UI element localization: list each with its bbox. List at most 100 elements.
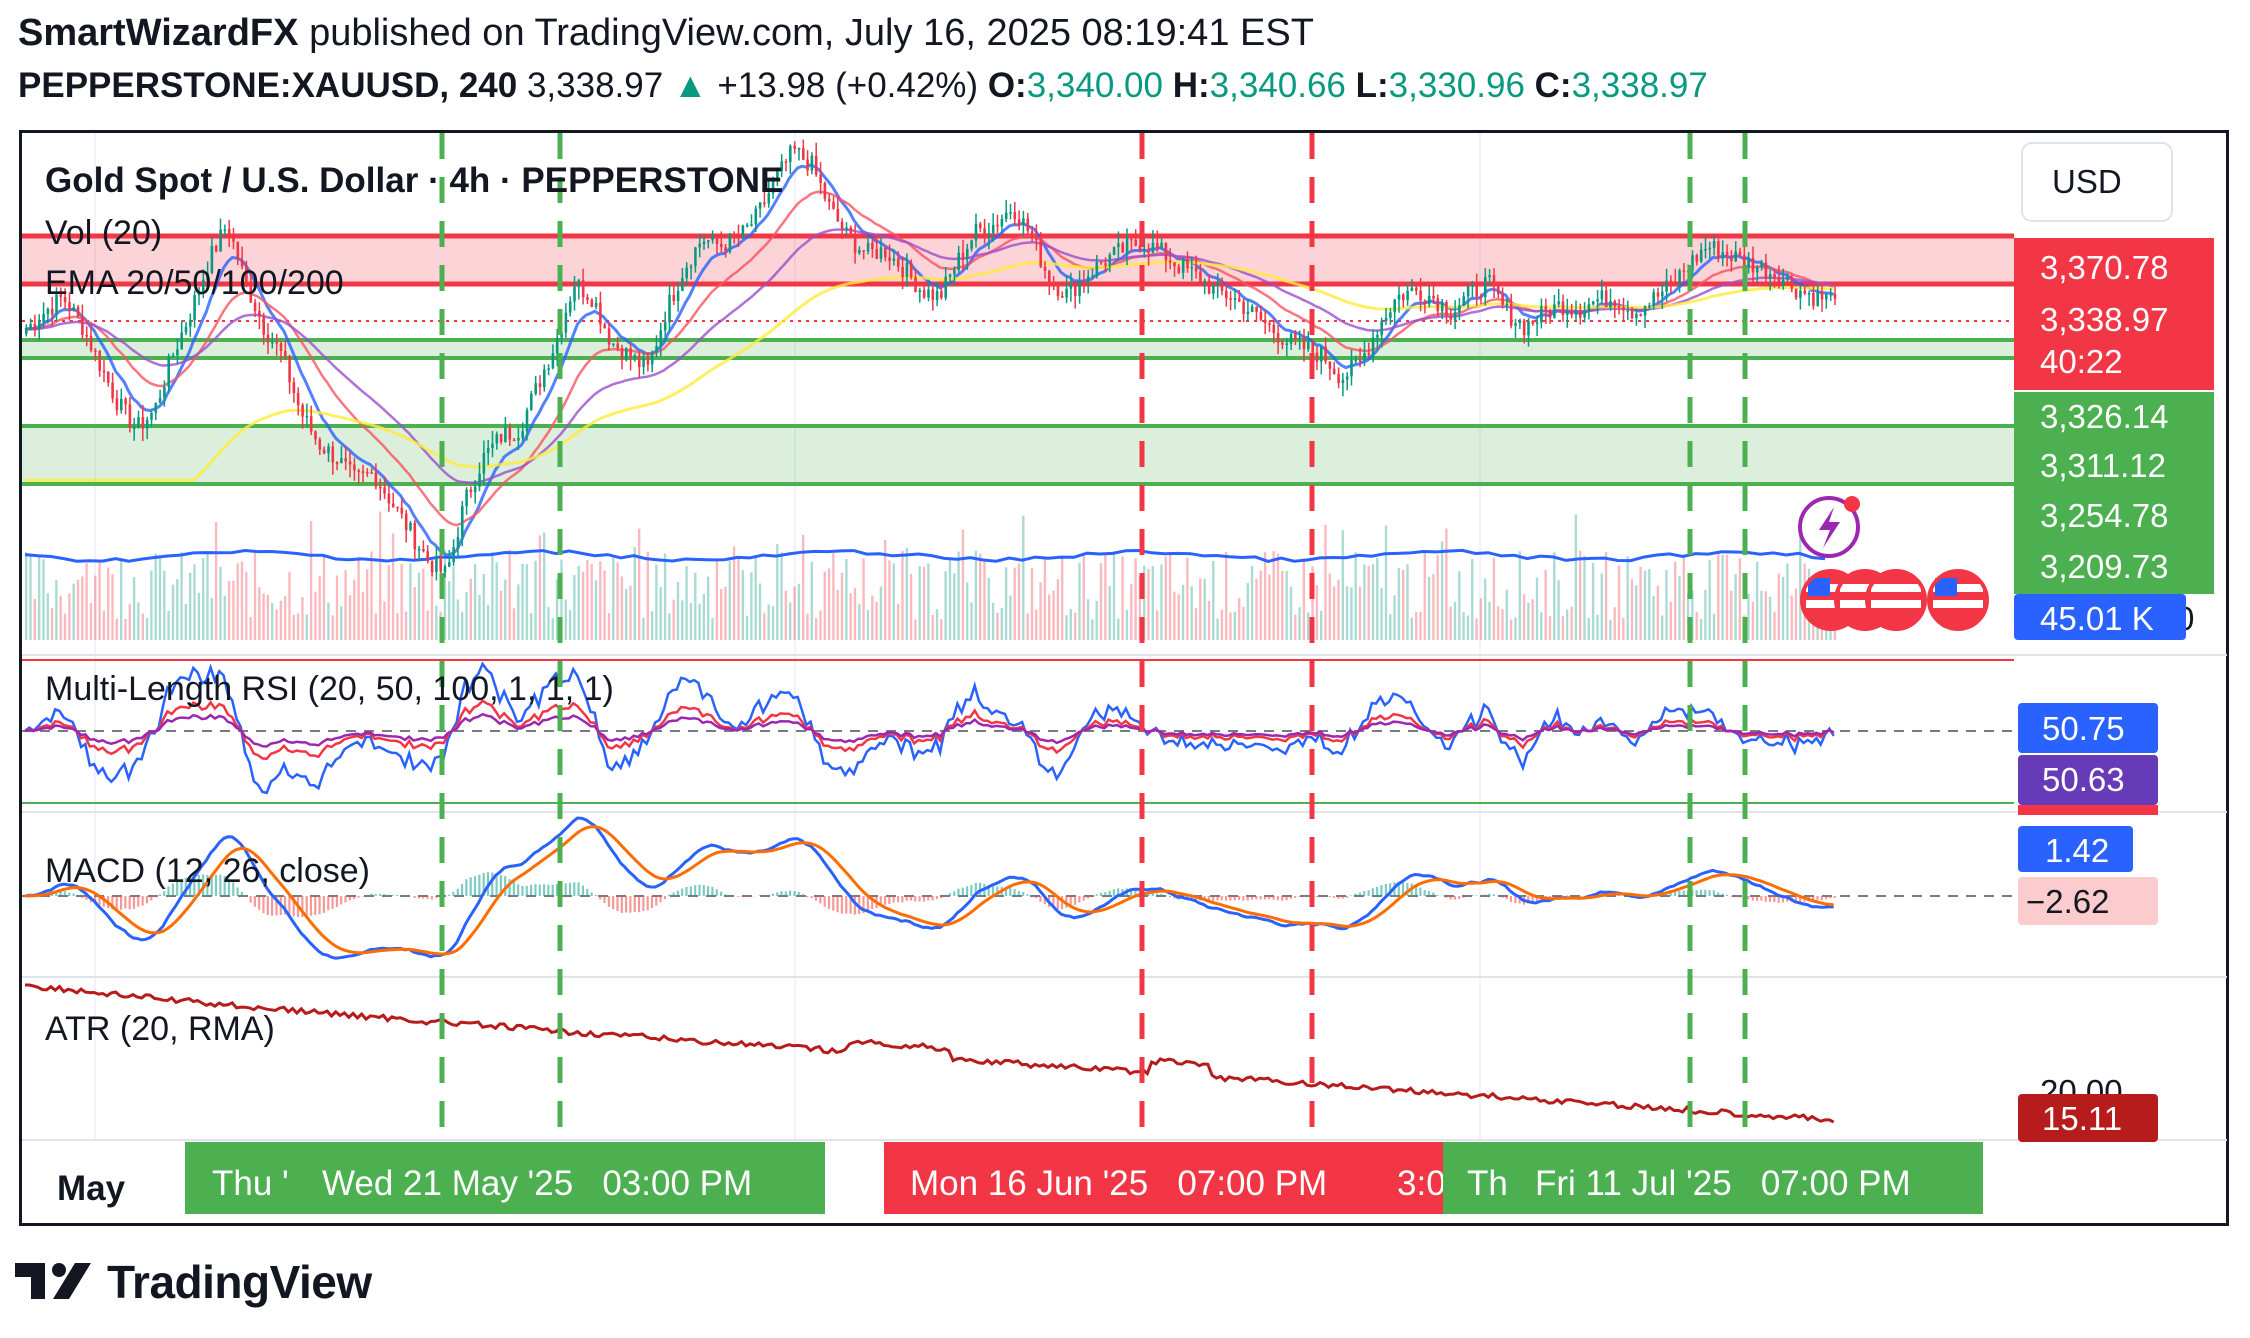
volume-bar [102,610,106,640]
volume-bar [832,553,835,640]
candle-body [840,221,844,230]
legend-ema[interactable]: EMA 20/50/100/200 [45,264,344,302]
macd-histogram-bar [1475,895,1478,896]
macd-histogram-bar [1263,896,1267,900]
candle-body [1799,290,1802,298]
candle-body [1419,290,1422,301]
candle-body [1022,218,1025,226]
legend-volume[interactable]: Vol (20) [45,214,162,252]
macd-histogram-bar [120,896,123,910]
candle-body [991,224,995,234]
volume-bar [547,607,550,640]
volume-bar [1190,586,1193,640]
macd-histogram-bar [1484,894,1487,896]
volume-bar [586,560,589,640]
candle-body [89,335,93,351]
volume-bar [430,573,434,640]
candle-body [1212,285,1215,294]
candle-body [862,250,865,252]
candle-body [659,330,663,346]
macd-histogram-bar [530,884,533,896]
candle-body [68,302,71,312]
candle-body [1617,305,1621,308]
macd-histogram-bar [353,896,356,900]
candle-body [1035,236,1038,241]
macd-histogram-bar [888,896,891,904]
candle-body [512,439,516,442]
volume-bar [590,564,593,640]
candle-body [1276,333,1280,343]
macd-histogram-bar [776,892,779,896]
time-axis[interactable]: May Thu ' Wed 21 May '25 03:00 PM Mon 16… [57,1142,1983,1214]
candle-body [1725,252,1729,256]
legend-atr[interactable]: ATR (20, RMA) [45,1010,275,1048]
candle-body [1497,285,1500,294]
candle-body [253,302,257,312]
macd-histogram-bar [245,896,248,897]
volume-bar [573,575,576,640]
macd-histogram-bar [720,891,723,896]
brand-name[interactable]: TradingView [107,1255,372,1309]
svg-text:45.01 K: 45.01 K [2040,600,2154,637]
candle-body [1535,322,1539,324]
volume-bar [672,599,675,640]
candle-body [810,155,814,171]
candle-body [590,299,594,307]
candle-body [1505,303,1509,306]
candle-body [1738,251,1742,256]
candle-body [940,291,943,298]
candle-body [1121,243,1124,253]
lightning-icon[interactable] [1798,496,1860,558]
volume-bar [1099,563,1103,640]
us-flag-icon[interactable] [1927,569,1989,631]
candle-body [758,202,762,209]
candle-body [1410,287,1414,291]
candle-body [905,262,909,277]
volume-bar [55,579,58,640]
volume-bar [780,552,783,640]
macd-histogram-bar [1376,886,1379,896]
candle-body [344,458,347,462]
candle-body [1164,242,1168,261]
candle-body [832,201,835,209]
candle-body [461,506,464,538]
macd-histogram-bar [642,896,645,911]
candle-body [1125,238,1129,253]
volume-bar [396,613,399,640]
us-flag-icon[interactable] [1865,569,1927,631]
candle-body [581,280,585,297]
price-scale[interactable]: USD 3,370.78 3,338.97 40:22 3,326.14 3,3… [2014,142,2214,1142]
candle-body [1268,323,1271,325]
macd-histogram-bar [1825,896,1828,900]
volume-bar [1544,569,1547,640]
candle-body [76,307,80,316]
macd-histogram-bar [802,894,805,896]
candle-body [806,159,809,171]
volume-bar [357,556,360,640]
macd-histogram-bar [1380,885,1383,896]
candle-body [802,148,805,160]
volume-bar [1164,556,1167,640]
legend-rsi[interactable]: Multi-Length RSI (20, 50, 100, 1, 1, 1) [45,670,614,708]
candle-body [482,453,486,474]
candle-body [1674,281,1677,284]
candle-body [1807,293,1811,295]
macd-histogram-bar [793,891,796,896]
legend-macd[interactable]: MACD (12, 26, close) [45,852,370,890]
candle-body [1186,259,1189,269]
candle-body [508,427,512,440]
macd-histogram-bar [240,892,243,896]
macd-histogram-bar [1717,892,1720,896]
chart-canvas[interactable]: Gold Spot / U.S. Dollar · 4h · PEPPERSTO… [0,0,2250,1338]
candle-body [417,549,421,551]
macd-histogram-bar [76,895,79,896]
candle-body [33,324,37,329]
candle-body [1648,305,1651,308]
candle-body [1773,274,1776,279]
volume-bar [1773,611,1776,640]
macd-histogram-bar [767,894,770,896]
volume-bar [1328,573,1331,640]
macd-histogram-bar [435,896,438,898]
candle-body [1548,311,1552,318]
candle-body [711,234,714,241]
